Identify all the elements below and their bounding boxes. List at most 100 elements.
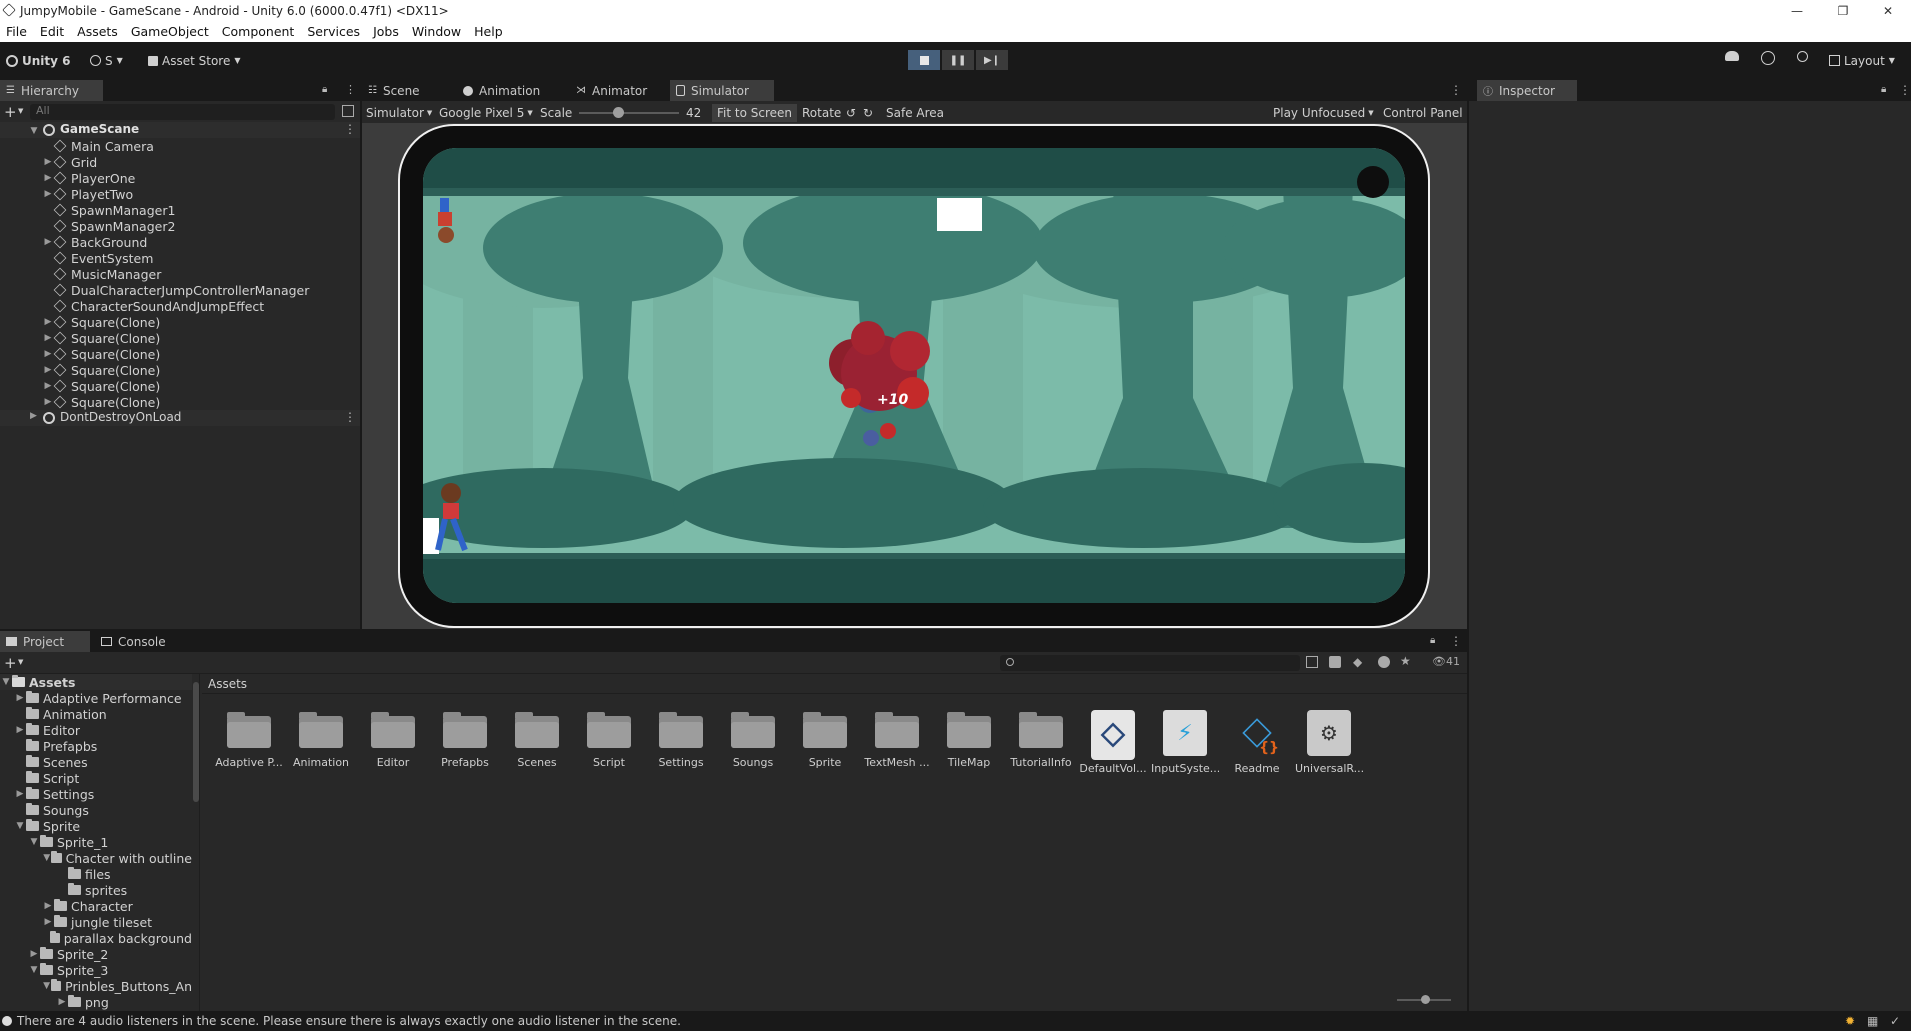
asset-item[interactable]: Animation (287, 710, 355, 769)
hierarchy-item[interactable]: ▶ Square(Clone) (0, 362, 360, 378)
check-icon[interactable]: ✓ (1890, 1014, 1900, 1028)
favorite-icon[interactable]: ★ (1400, 654, 1411, 668)
asset-item[interactable]: DefaultVol... (1079, 710, 1147, 775)
layout-dropdown[interactable]: Layout ▼ (1829, 51, 1895, 70)
tab-animation[interactable]: Animation (457, 80, 567, 101)
lock-icon[interactable]: 🔒︎ (322, 84, 327, 95)
icon-size-slider-thumb[interactable] (1421, 995, 1430, 1004)
expand-arrow-icon[interactable]: ▶ (28, 949, 40, 959)
play-focus-dropdown[interactable]: Play Unfocused ▼ (1273, 104, 1374, 122)
project-tree-item[interactable]: parallax background (0, 930, 192, 946)
project-tree-item[interactable]: Prefapbs (0, 738, 192, 754)
project-tree-item[interactable]: ▼ Sprite (0, 818, 192, 834)
more-menu-icon[interactable]: ⋮ (345, 83, 356, 96)
hierarchy-item[interactable]: EventSystem (0, 250, 360, 266)
asset-item[interactable]: TutorialInfo (1007, 710, 1075, 769)
rotate-right-button[interactable]: ↻ (863, 104, 873, 122)
expand-arrow-icon[interactable]: ▶ (42, 381, 54, 391)
asset-item[interactable]: Script (575, 710, 643, 769)
project-tree-item[interactable]: ▼ Assets (0, 674, 192, 690)
project-tree-item[interactable]: Animation (0, 706, 192, 722)
add-icon[interactable]: + (4, 654, 17, 672)
tab-hierarchy[interactable]: ☰ Hierarchy (0, 80, 103, 101)
asset-item[interactable]: {} Readme (1223, 710, 1291, 775)
tab-animator[interactable]: ⋊ Animator (570, 80, 670, 101)
info-filter-icon[interactable] (1378, 656, 1390, 668)
tab-console[interactable]: Console (95, 631, 175, 652)
hierarchy-item[interactable]: ▶ BackGround (0, 234, 360, 250)
account-dropdown[interactable]: S ▼ (90, 51, 123, 70)
hierarchy-item[interactable]: ▶ PlayerOne (0, 170, 360, 186)
more-menu-icon[interactable]: ⋮ (344, 410, 356, 424)
expand-arrow-icon[interactable]: ▶ (42, 333, 54, 343)
label-icon[interactable]: ◆ (1353, 655, 1362, 669)
asset-item[interactable]: TileMap (935, 710, 1003, 769)
play-stop-button[interactable] (908, 50, 940, 70)
safe-area-toggle[interactable]: Safe Area (886, 104, 944, 122)
chevron-down-icon[interactable]: ▼ (18, 107, 23, 115)
close-button[interactable]: ✕ (1865, 0, 1911, 21)
expand-arrow-icon[interactable]: ▶ (42, 173, 54, 183)
hierarchy-item[interactable]: SpawnManager2 (0, 218, 360, 234)
project-tree-item[interactable]: ▶ jungle tileset (0, 914, 192, 930)
hierarchy-item[interactable]: ▶ Square(Clone) (0, 314, 360, 330)
expand-arrow-icon[interactable]: ▶ (42, 917, 54, 927)
expand-arrow-icon[interactable]: ▶ (42, 349, 54, 359)
fit-to-screen-button[interactable]: Fit to Screen (712, 104, 797, 122)
expand-arrow-icon[interactable]: ▶ (42, 189, 54, 199)
project-tree-item[interactable]: ▶ Character (0, 898, 192, 914)
expand-arrow-icon[interactable]: ▶ (56, 997, 68, 1007)
maximize-button[interactable]: ❐ (1820, 0, 1866, 21)
bug-icon[interactable]: ✹ (1845, 1014, 1855, 1028)
step-button[interactable]: ▶❙ (976, 50, 1008, 70)
cloud-icon[interactable] (1725, 51, 1739, 61)
create-icon[interactable] (1306, 656, 1318, 668)
unity-account-button[interactable]: Unity 6 (6, 51, 71, 70)
asset-item[interactable]: Sprite (791, 710, 859, 769)
scale-slider-track[interactable] (579, 112, 679, 114)
project-tree-item[interactable]: ▼ Sprite_3 (0, 962, 192, 978)
dont-destroy-row[interactable]: ▶ DontDestroyOnLoad ⋮ (0, 410, 360, 426)
device-dropdown[interactable]: Google Pixel 5 ▼ (439, 104, 533, 122)
expand-arrow-icon[interactable]: ▶ (14, 725, 26, 735)
status-message[interactable]: There are 4 audio listeners in the scene… (17, 1014, 681, 1028)
scale-slider-thumb[interactable] (613, 107, 624, 118)
asset-item[interactable]: Soungs (719, 710, 787, 769)
asset-store-button[interactable]: Asset Store ▼ (148, 51, 241, 70)
pause-button[interactable]: ❚❚ (942, 50, 974, 70)
menu-gameobject[interactable]: GameObject (125, 24, 216, 39)
expand-arrow-icon[interactable]: ▼ (28, 965, 40, 975)
menu-services[interactable]: Services (301, 24, 367, 39)
hierarchy-item[interactable]: DualCharacterJumpControllerManager (0, 282, 360, 298)
menu-assets[interactable]: Assets (71, 24, 125, 39)
more-menu-icon[interactable]: ⋮ (344, 122, 356, 136)
asset-item[interactable]: ⚙ UniversalR... (1295, 710, 1363, 775)
hierarchy-item[interactable]: ▶ PlayetTwo (0, 186, 360, 202)
project-search-input[interactable] (1000, 655, 1300, 671)
project-tree-item[interactable]: Scenes (0, 754, 192, 770)
project-tree-item[interactable]: Soungs (0, 802, 192, 818)
project-tree-item[interactable]: sprites (0, 882, 192, 898)
hierarchy-item[interactable]: Main Camera (0, 138, 360, 154)
expand-arrow-icon[interactable]: ▶ (14, 693, 26, 703)
project-tree-item[interactable]: ▶ png (0, 994, 192, 1010)
asset-item[interactable]: Settings (647, 710, 715, 769)
hierarchy-item[interactable]: ▶ Square(Clone) (0, 394, 360, 410)
menu-file[interactable]: File (0, 24, 34, 39)
project-tree-item[interactable]: ▶ Sprite_2 (0, 946, 192, 962)
scene-visibility-icon[interactable] (342, 105, 354, 117)
expand-arrow-icon[interactable]: ▶ (42, 317, 54, 327)
expand-arrow-icon[interactable]: ▼ (28, 126, 40, 136)
project-tree-item[interactable]: ▼ Sprite_1 (0, 834, 192, 850)
project-tree-item[interactable]: ▶ Settings (0, 786, 192, 802)
tab-inspector[interactable]: ⓘ Inspector (1477, 80, 1577, 101)
menu-component[interactable]: Component (216, 24, 302, 39)
lock-icon[interactable]: 🔒︎ (1430, 635, 1435, 646)
hierarchy-item[interactable]: ▶ Square(Clone) (0, 346, 360, 362)
project-tree-item[interactable]: ▶ Editor (0, 722, 192, 738)
game-view[interactable]: +10 (423, 148, 1405, 603)
asset-item[interactable]: Adaptive P... (215, 710, 283, 769)
asset-item[interactable]: Editor (359, 710, 427, 769)
expand-arrow-icon[interactable]: ▶ (30, 411, 37, 421)
hierarchy-item[interactable]: ▶ Grid (0, 154, 360, 170)
